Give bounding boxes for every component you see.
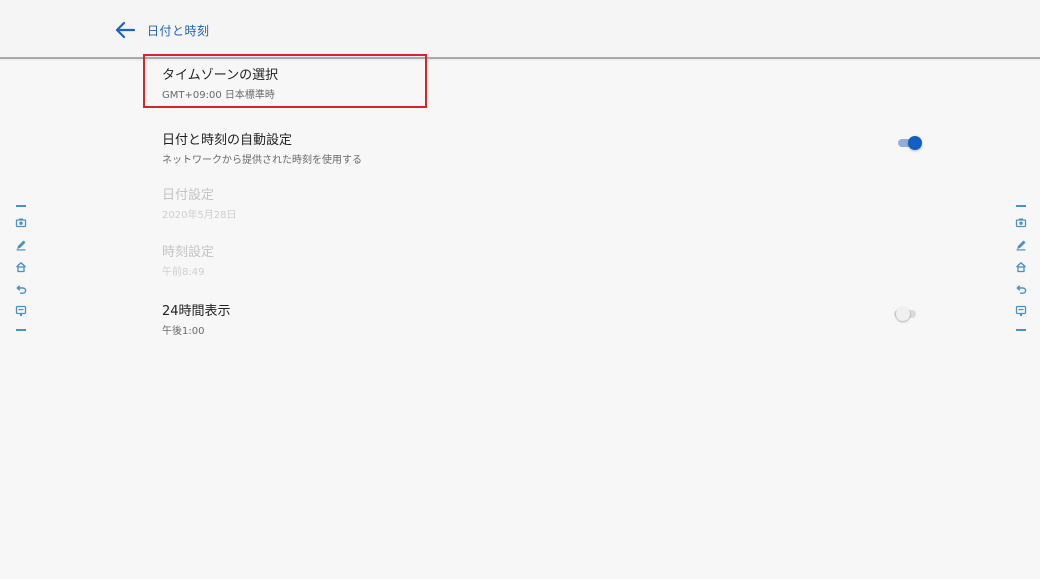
hour24-setting[interactable]: 24時間表示 午後1:00 <box>145 300 945 344</box>
timezone-setting[interactable]: タイムゾーンの選択 GMT+09:00 日本標準時 <box>145 64 945 108</box>
timezone-summary: GMT+09:00 日本標準時 <box>162 90 275 101</box>
screenshot-icon[interactable] <box>1015 217 1027 229</box>
toggle-thumb <box>908 136 922 150</box>
back-icon[interactable] <box>1015 283 1027 295</box>
page-title: 日付と時刻 <box>147 24 210 38</box>
hour24-title: 24時間表示 <box>162 304 231 319</box>
auto-datetime-toggle[interactable] <box>896 134 924 152</box>
app-bar: 日付と時刻 <box>0 0 1040 59</box>
menu-icon[interactable] <box>15 305 27 317</box>
hour24-summary: 午後1:00 <box>162 326 205 337</box>
menu-icon[interactable] <box>1015 305 1027 317</box>
time-title: 時刻設定 <box>162 245 215 260</box>
side-toolbar-right <box>1012 205 1030 335</box>
pen-icon[interactable] <box>1015 239 1027 251</box>
auto-datetime-summary: ネットワークから提供された時刻を使用する <box>162 155 362 166</box>
toggle-thumb <box>896 307 910 321</box>
date-setting: 日付設定 2020年5月28日 <box>145 184 945 228</box>
toolbar-cap <box>16 205 26 207</box>
hour24-toggle[interactable] <box>892 305 920 323</box>
timezone-title: タイムゾーンの選択 <box>162 68 279 83</box>
back-icon[interactable] <box>15 283 27 295</box>
toolbar-cap <box>1016 329 1026 331</box>
screenshot-icon[interactable] <box>15 217 27 229</box>
home-icon[interactable] <box>15 261 27 273</box>
date-summary: 2020年5月28日 <box>162 210 237 221</box>
side-toolbar-left <box>12 205 30 335</box>
toolbar-cap <box>1016 205 1026 207</box>
time-summary: 午前8:49 <box>162 267 205 278</box>
time-setting: 時刻設定 午前8:49 <box>145 241 945 285</box>
home-icon[interactable] <box>1015 261 1027 273</box>
auto-datetime-setting[interactable]: 日付と時刻の自動設定 ネットワークから提供された時刻を使用する <box>145 129 945 173</box>
date-title: 日付設定 <box>162 188 215 203</box>
toolbar-cap <box>16 329 26 331</box>
auto-datetime-title: 日付と時刻の自動設定 <box>162 133 293 148</box>
pen-icon[interactable] <box>15 239 27 251</box>
arrow-left-icon[interactable] <box>114 19 136 41</box>
